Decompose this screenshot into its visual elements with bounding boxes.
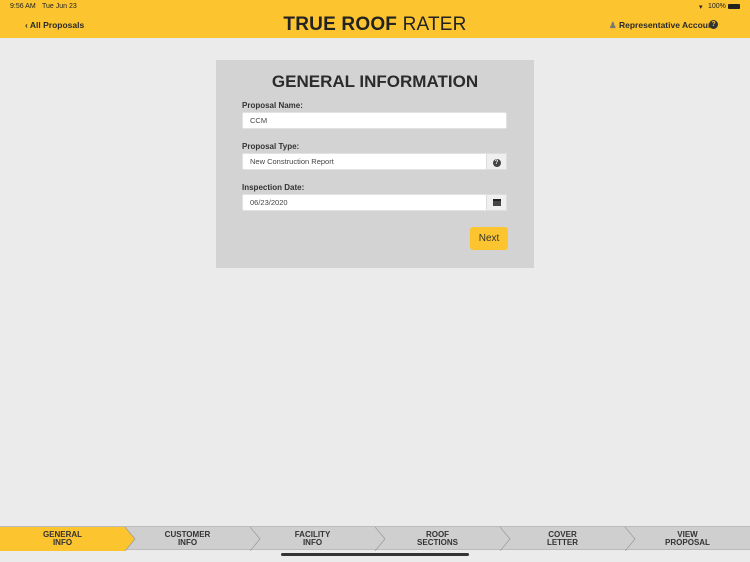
tab-separator-icon bbox=[375, 527, 386, 551]
form-title: GENERAL INFORMATION bbox=[271, 72, 479, 91]
app-header: 9:56 AM Tue Jun 23 ▾ 100% ‹ All Proposal… bbox=[0, 0, 750, 38]
general-information-card: GENERAL INFORMATION Proposal Name: CCM P… bbox=[216, 60, 534, 268]
proposal-type-label: Proposal Type: bbox=[242, 142, 300, 151]
home-indicator[interactable] bbox=[281, 553, 469, 556]
tab-line: SECTIONS bbox=[417, 538, 458, 547]
tab-line: INFO bbox=[177, 538, 198, 547]
battery-icon bbox=[728, 4, 740, 9]
account-button[interactable]: ♟ Representative Account bbox=[609, 20, 716, 31]
progress-tabs: GENERAL INFO CUSTOMER INFO FACILITY INFO RO… bbox=[0, 526, 750, 551]
status-date: Tue Jun 23 bbox=[42, 3, 77, 10]
question-circle-icon: ? bbox=[492, 159, 501, 167]
tab-separator-icon bbox=[625, 527, 636, 551]
tab-line: LETTER bbox=[546, 538, 579, 547]
tab-facility-info[interactable]: FACILITY INFO bbox=[250, 527, 375, 551]
calendar-button[interactable] bbox=[486, 194, 507, 211]
proposal-type-help-button[interactable]: ? bbox=[486, 153, 507, 170]
account-label: Representative Account bbox=[619, 20, 716, 30]
status-time: 9:56 AM bbox=[10, 3, 36, 10]
user-icon: ♟ bbox=[609, 20, 617, 30]
tab-cover-letter[interactable]: COVER LETTER bbox=[500, 527, 625, 551]
calendar-icon bbox=[492, 199, 501, 207]
inspection-date-label: Inspection Date: bbox=[242, 183, 305, 192]
tab-general-info[interactable]: GENERAL INFO bbox=[0, 527, 125, 551]
title-light: RATER bbox=[402, 14, 467, 35]
tab-view-proposal[interactable]: VIEW PROPOSAL bbox=[625, 527, 750, 551]
help-icon[interactable]: ? bbox=[709, 20, 718, 29]
tab-line: INFO bbox=[52, 538, 73, 547]
wifi-icon: ▾ bbox=[699, 4, 703, 11]
proposal-type-select[interactable]: New Construction Report bbox=[242, 153, 507, 170]
next-button[interactable]: Next bbox=[470, 227, 508, 250]
tab-customer-info[interactable]: CUSTOMER INFO bbox=[125, 527, 250, 551]
battery-level: 100% bbox=[708, 3, 726, 10]
tab-separator-icon bbox=[125, 527, 136, 551]
proposal-name-label: Proposal Name: bbox=[242, 101, 303, 110]
tab-line: INFO bbox=[302, 538, 323, 547]
inspection-date-input[interactable]: 06/23/2020 bbox=[242, 194, 507, 211]
tab-line: PROPOSAL bbox=[665, 538, 710, 547]
tab-roof-sections[interactable]: ROOF SECTIONS bbox=[375, 527, 500, 551]
title-bold: TRUE ROOF bbox=[283, 14, 398, 35]
tab-separator-icon bbox=[500, 527, 511, 551]
tab-separator-icon bbox=[250, 527, 261, 551]
proposal-name-input[interactable]: CCM bbox=[242, 112, 507, 129]
